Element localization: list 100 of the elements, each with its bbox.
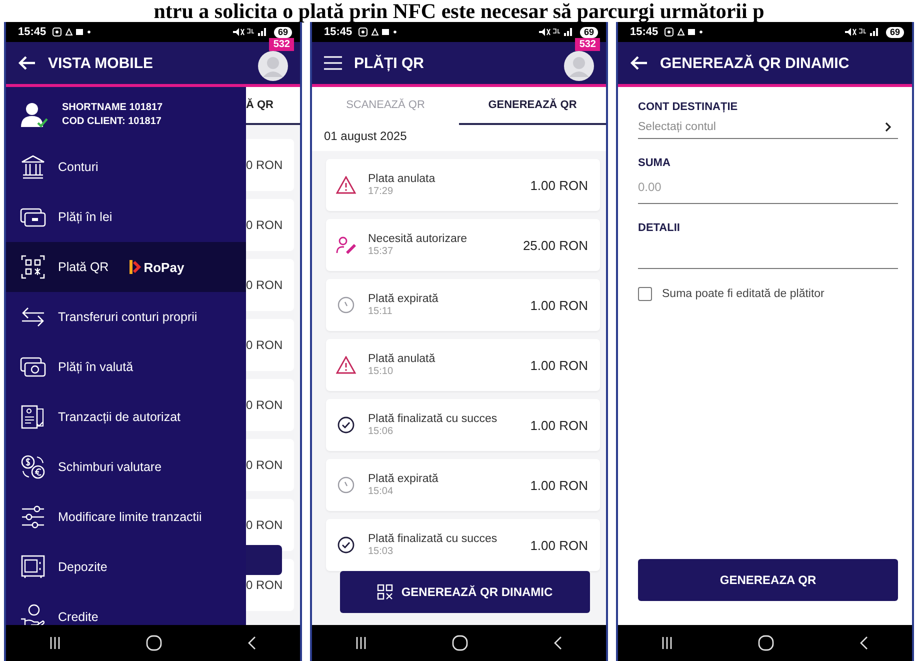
payment-card-fragment: 0 RON [246, 259, 294, 311]
payment-time: 15:03 [368, 546, 394, 557]
battery-indicator: 69 [580, 26, 598, 38]
user-pen-icon [336, 236, 356, 254]
avatar-icon[interactable] [564, 51, 594, 81]
menu-item[interactable]: Plăți în valută [6, 342, 246, 392]
clock-icon [336, 296, 356, 314]
menu-item[interactable]: Transferuri conturi proprii [6, 292, 246, 342]
back-icon[interactable] [247, 636, 258, 650]
battery-indicator: 69 [274, 26, 292, 38]
home-icon[interactable] [146, 635, 162, 651]
notification-badge: 532 [269, 38, 294, 51]
home-icon[interactable] [758, 635, 774, 651]
signal-icons-drawing [844, 27, 880, 37]
checkbox[interactable] [638, 287, 652, 301]
field-label: CONT DESTINAȚIE [638, 101, 739, 113]
payment-card[interactable]: Necesită autorizare 15:37 25.00 RON [326, 219, 600, 271]
signal-icons-drawing [538, 27, 574, 37]
home-icon[interactable] [452, 635, 468, 651]
payment-amount: 1.00 RON [530, 538, 588, 552]
payment-status: Necesită autorizare [368, 233, 468, 245]
payment-status: Plata anulata [368, 173, 436, 185]
avatar-icon[interactable] [258, 51, 288, 81]
payment-amount: 1.00 RON [530, 298, 588, 312]
menu-item[interactable]: Depozite [6, 542, 246, 592]
payment-card-fragment: 0 RON [246, 199, 294, 251]
payment-amount: 25.00 RON [522, 238, 588, 252]
back-icon[interactable] [859, 636, 870, 650]
currency-exchange-icon [20, 454, 46, 480]
payment-amount: 1.00 RON [530, 418, 588, 432]
payment-card[interactable]: Plată finalizată cu succes 15:06 1.00 RON [326, 399, 600, 451]
payment-time: 15:10 [368, 366, 394, 377]
back-icon[interactable] [553, 636, 564, 650]
warning-icon [336, 176, 356, 194]
payment-amount: 1.00 RON [530, 478, 588, 492]
safe-icon [20, 554, 46, 580]
menu-item[interactable]: Modificare limite tranzactii [6, 492, 246, 542]
menu-item[interactable]: Credite [6, 592, 246, 625]
payment-card[interactable]: Plată finalizată cu succes 15:03 1.00 RON [326, 519, 600, 571]
status-time: 15:45 [18, 26, 46, 38]
document-check-icon [20, 404, 46, 430]
payment-status: Plată finalizată cu succes [368, 533, 498, 545]
payment-status: Plată expirată [368, 473, 440, 485]
payment-card-fragment: 0 RON [246, 319, 294, 371]
clock-icon [336, 476, 356, 494]
recent-apps-icon[interactable] [354, 636, 367, 650]
account-select[interactable]: Selectați contul [638, 119, 898, 139]
sliders-icon [20, 504, 46, 530]
payment-card[interactable]: Plata anulata 17:29 1.00 RON [326, 159, 600, 211]
checkbox-label: Suma poate fi editată de plătitor [662, 288, 824, 300]
notification-icons-drawing [52, 27, 92, 37]
menu-item[interactable]: Plăți în lei [6, 192, 246, 242]
payment-time: 15:37 [368, 246, 394, 257]
qr-code-icon [20, 254, 46, 280]
screen-title: GENEREAZĂ QR DINAMIC [660, 54, 850, 72]
check-circle-icon [336, 416, 356, 434]
generate-dynamic-qr-button[interactable]: GENEREAZĂ QR DINAMIC [340, 571, 590, 613]
ropay-logo: RoPay [128, 259, 184, 275]
screen-title: VISTA MOBILE [48, 54, 153, 72]
field-label: DETALII [638, 222, 681, 234]
menu-icon[interactable] [324, 56, 342, 70]
status-time: 15:45 [630, 26, 658, 38]
signal-icons-drawing [232, 27, 268, 37]
check-circle-icon [336, 536, 356, 554]
notification-icons-drawing [358, 27, 398, 37]
payment-time: 15:06 [368, 426, 394, 437]
client-code: COD CLIENT: 101817 [62, 116, 162, 127]
generate-qr-button[interactable]: GENEREAZA QR [638, 559, 898, 601]
user-verified-icon [20, 100, 48, 128]
payment-card[interactable]: Plată anulată 15:10 1.00 RON [326, 339, 600, 391]
back-arrow-icon[interactable] [630, 55, 648, 71]
user-name: SHORTNAME 101817 [62, 102, 163, 113]
hand-coin-icon [20, 604, 46, 625]
qr-code-icon [377, 584, 394, 600]
payment-status: Plată expirată [368, 293, 440, 305]
payment-time: 15:11 [368, 306, 394, 317]
recent-apps-icon[interactable] [660, 636, 673, 650]
back-arrow-icon[interactable] [18, 55, 36, 71]
payment-time: 15:04 [368, 486, 394, 497]
payment-time: 17:29 [368, 186, 394, 197]
payment-card-fragment: 0 RON [246, 139, 294, 191]
menu-item[interactable]: Schimburi valutare [6, 442, 246, 492]
warning-icon [336, 356, 356, 374]
menu-item[interactable]: Conturi [6, 142, 246, 192]
field-label: SUMA [638, 157, 672, 169]
payment-card-fragment: 0 RON [246, 499, 294, 551]
input-field[interactable]: 0.00 [638, 175, 898, 204]
menu-item[interactable]: Tranzacții de autorizat [6, 392, 246, 442]
payment-card[interactable]: Plată expirată 15:11 1.00 RON [326, 279, 600, 331]
payment-amount: 1.00 RON [530, 358, 588, 372]
screen-title: PLĂȚI QR [354, 54, 424, 72]
payment-card-fragment: 0 RON [246, 379, 294, 431]
payment-status: Plată anulată [368, 353, 436, 365]
recent-apps-icon[interactable] [48, 636, 61, 650]
payment-status: Plată finalizată cu succes [368, 413, 498, 425]
date-heading: 01 august 2025 [312, 125, 606, 151]
bank-icon [20, 154, 46, 180]
payment-amount: 1.00 RON [530, 178, 588, 192]
menu-item[interactable]: Plată QR RoPay [6, 242, 246, 292]
payment-card[interactable]: Plată expirată 15:04 1.00 RON [326, 459, 600, 511]
